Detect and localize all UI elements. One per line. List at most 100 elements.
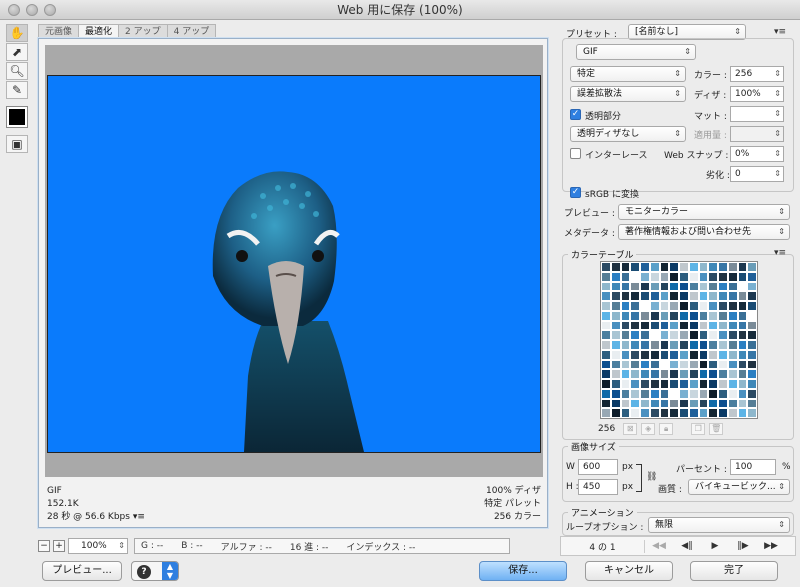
color-swatch[interactable] [649,281,660,292]
color-swatch[interactable] [659,369,670,379]
color-swatch[interactable] [610,349,621,360]
color-swatch[interactable] [659,359,670,370]
color-swatch[interactable] [659,301,670,311]
color-swatch[interactable] [630,379,640,389]
color-swatch[interactable] [698,398,709,409]
tab-optimized[interactable]: 最適化 [78,24,120,38]
color-swatch[interactable] [620,330,631,340]
color-swatch[interactable] [679,320,689,331]
color-swatch[interactable] [640,388,650,399]
color-swatch[interactable] [630,271,640,282]
color-swatch[interactable] [659,262,670,272]
color-swatch[interactable] [601,408,611,418]
dither-amount-field[interactable]: 100% ⇕ [730,86,784,102]
color-swatch[interactable] [640,369,650,379]
color-swatch[interactable] [727,349,738,360]
color-swatch[interactable] [659,379,670,389]
color-swatch[interactable] [649,398,660,409]
color-reduction-select[interactable]: 特定 ⇕ [570,66,686,82]
lossy-field[interactable]: 0 ⇕ [730,166,784,182]
color-swatch[interactable] [708,359,718,370]
color-swatch[interactable] [718,262,728,272]
color-swatch[interactable] [640,340,650,350]
color-swatch[interactable] [640,398,650,409]
color-swatch[interactable] [601,349,611,360]
color-swatch[interactable] [630,281,640,292]
zoom-tool-icon[interactable]: 🔍︎ [6,62,28,80]
cancel-button[interactable]: キャンセル [585,561,673,581]
download-speed-menu-icon[interactable]: ▾≡ [133,512,145,522]
eyedropper-color-swatch[interactable] [6,106,28,128]
color-swatch[interactable] [688,359,699,370]
color-swatch[interactable] [698,408,709,418]
color-swatch[interactable] [601,388,611,399]
color-swatch[interactable] [649,271,660,282]
color-swatch[interactable] [737,262,748,272]
color-swatch[interactable] [727,398,738,409]
previous-frame-icon[interactable]: ◀‖ [673,541,701,551]
color-swatch[interactable] [708,379,718,389]
color-swatch[interactable] [708,340,718,350]
color-swatch[interactable] [620,388,631,399]
color-swatch[interactable] [649,379,660,389]
new-color-icon[interactable]: ❐ [691,423,706,435]
color-swatch[interactable] [679,388,689,399]
color-swatch[interactable] [708,271,718,282]
color-swatch[interactable] [649,310,660,321]
color-swatch[interactable] [737,398,748,409]
color-swatch[interactable] [610,262,621,272]
color-swatch[interactable] [747,310,757,321]
color-swatch[interactable] [659,408,670,418]
color-swatch[interactable] [649,369,660,379]
color-swatch[interactable] [708,291,718,301]
color-swatch[interactable] [737,408,748,418]
color-swatch[interactable] [630,330,640,340]
color-swatch[interactable] [737,349,748,360]
color-swatch[interactable] [698,330,709,340]
color-swatch[interactable] [688,320,699,331]
color-swatch[interactable] [640,408,650,418]
color-swatch[interactable] [610,388,621,399]
color-swatch[interactable] [659,310,670,321]
color-swatch[interactable] [688,340,699,350]
zoom-in-button[interactable]: + [53,540,65,552]
color-swatch[interactable] [630,291,640,301]
color-swatch[interactable] [620,398,631,409]
color-swatch[interactable] [659,330,670,340]
tab-2up[interactable]: 2 アップ [118,24,168,38]
color-swatch[interactable] [620,310,631,321]
color-swatch[interactable] [688,291,699,301]
color-swatch[interactable] [718,379,728,389]
color-swatch[interactable] [601,398,611,409]
color-swatch[interactable] [669,330,679,340]
quality-select[interactable]: バイキュービック... ⇕ [688,479,790,495]
color-swatch[interactable] [649,330,660,340]
color-swatch[interactable] [698,340,709,350]
color-swatch[interactable] [610,301,621,311]
color-swatch[interactable] [718,359,728,370]
lock-color-icon[interactable]: 🔒︎ [659,423,674,435]
color-swatch[interactable] [718,301,728,311]
color-swatch[interactable] [679,408,689,418]
color-swatch[interactable] [679,349,689,360]
color-swatch[interactable] [620,281,631,292]
color-swatch[interactable] [698,271,709,282]
color-swatch[interactable] [630,408,640,418]
color-swatch[interactable] [737,310,748,321]
color-swatch[interactable] [659,320,670,331]
color-swatch[interactable] [630,340,640,350]
color-swatch[interactable] [620,301,631,311]
color-swatch[interactable] [630,398,640,409]
color-swatch[interactable] [601,359,611,370]
color-swatch[interactable] [747,330,757,340]
color-swatch[interactable] [727,408,738,418]
color-swatch[interactable] [747,408,757,418]
color-swatch[interactable] [669,379,679,389]
color-swatch[interactable] [688,379,699,389]
color-swatch[interactable] [669,349,679,360]
color-swatch[interactable] [640,271,650,282]
color-swatch[interactable] [698,301,709,311]
color-swatch[interactable] [630,349,640,360]
color-swatch[interactable] [688,369,699,379]
color-swatch[interactable] [679,340,689,350]
